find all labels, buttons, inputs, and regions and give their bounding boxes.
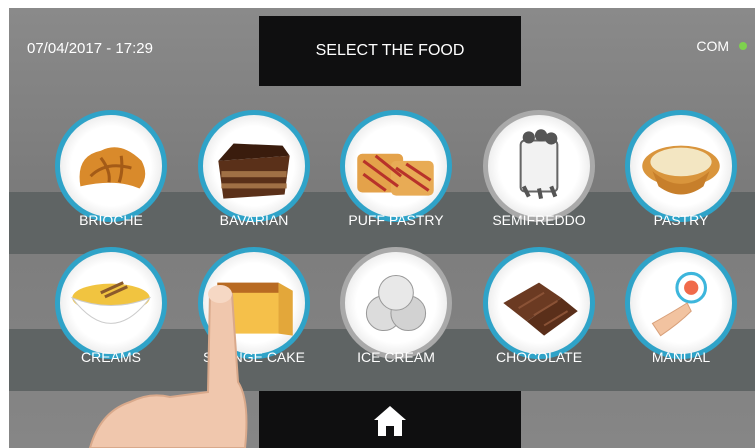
food-label: PASTRY <box>653 212 709 228</box>
food-tile-chocolate[interactable]: CHOCOLATE <box>474 247 604 377</box>
ice-cream-icon <box>340 247 452 359</box>
chocolate-icon <box>483 247 595 359</box>
cake-slice-icon <box>198 110 310 222</box>
status-dot-icon <box>739 42 747 50</box>
page-title-text: SELECT THE FOOD <box>315 42 465 59</box>
puff-pastry-icon <box>340 110 452 222</box>
croissant-icon <box>55 110 167 222</box>
food-tile-brioche[interactable]: BRIOCHE <box>46 110 176 240</box>
food-tile-ice-cream[interactable]: ICE CREAM <box>331 247 461 377</box>
food-label: MANUAL <box>651 349 711 365</box>
connection-status-label: COM <box>696 38 729 54</box>
food-tile-semifreddo[interactable]: SEMIFREDDO <box>474 110 604 240</box>
home-button[interactable] <box>259 391 521 448</box>
food-tile-sponge-cake[interactable]: SPONGE CAKE <box>189 247 319 377</box>
food-tile-bavarian[interactable]: BAVARIAN <box>189 110 319 240</box>
food-tile-creams[interactable]: CREAMS <box>46 247 176 377</box>
tart-icon <box>625 110 737 222</box>
datetime: 07/04/2017 - 17:29 <box>27 40 153 57</box>
manual-touch-icon <box>625 247 737 359</box>
connection-status: COM <box>696 38 747 54</box>
sponge-cake-icon <box>198 247 310 359</box>
food-tile-pastry[interactable]: PASTRY <box>616 110 746 240</box>
cream-bowl-icon <box>55 247 167 359</box>
home-icon <box>374 406 406 436</box>
food-tile-manual[interactable]: MANUAL <box>616 247 746 377</box>
page-title: SELECT THE FOOD <box>259 16 521 86</box>
food-tile-puff-pastry[interactable]: PUFF PASTRY <box>331 110 461 240</box>
touch-screen: 07/04/2017 - 17:29 SELECT THE FOOD COM B… <box>9 8 755 448</box>
semifreddo-icon <box>483 110 595 222</box>
